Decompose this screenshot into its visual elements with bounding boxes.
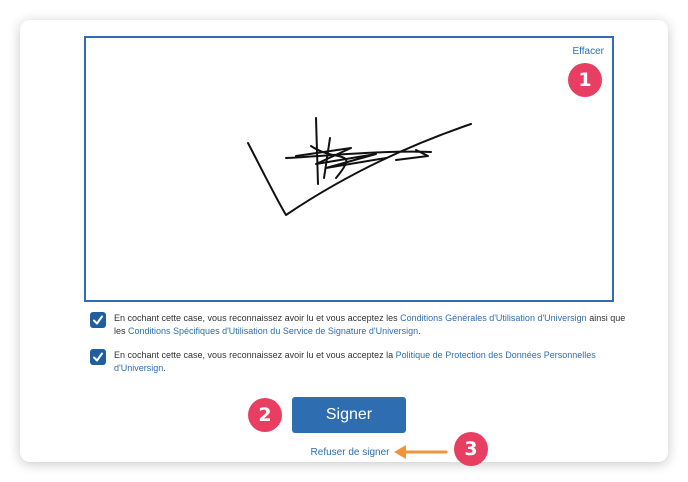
consent-text-part: . <box>163 363 166 373</box>
terms-general-link[interactable]: Conditions Générales d'Utilisation d'Uni… <box>400 313 587 323</box>
arrow-left-icon <box>394 445 448 459</box>
terms-specific-link[interactable]: Conditions Spécifiques d'Utilisation du … <box>128 326 418 336</box>
clear-signature-link[interactable]: Effacer <box>573 46 605 57</box>
step-badge-2: 2 <box>248 398 282 432</box>
check-icon <box>93 315 103 325</box>
sign-button[interactable]: Signer <box>292 397 406 433</box>
signature-pad[interactable]: Effacer <box>84 36 614 302</box>
terms-checkbox[interactable] <box>90 312 106 328</box>
check-icon <box>93 352 103 362</box>
consent-text-privacy: En cochant cette case, vous reconnaissez… <box>114 349 630 375</box>
step-badge-1: 1 <box>568 63 602 97</box>
consent-text-terms: En cochant cette case, vous reconnaissez… <box>114 312 630 338</box>
step-badge-3: 3 <box>454 432 488 466</box>
refuse-sign-link[interactable]: Refuser de signer <box>300 447 400 458</box>
privacy-checkbox[interactable] <box>90 349 106 365</box>
consent-text-part: En cochant cette case, vous reconnaissez… <box>114 350 396 360</box>
consent-text-part: En cochant cette case, vous reconnaissez… <box>114 313 401 323</box>
signature-drawing <box>247 117 472 216</box>
consent-text-part: . <box>418 326 421 336</box>
